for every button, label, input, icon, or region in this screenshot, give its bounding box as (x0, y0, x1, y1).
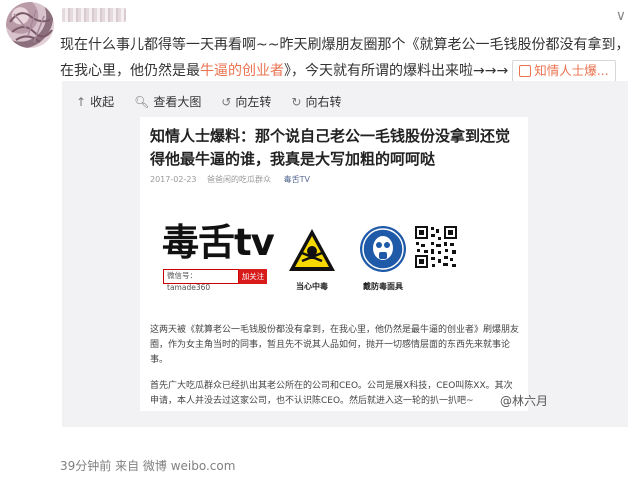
collapse-button[interactable]: ↑ 收起 (76, 93, 114, 110)
rotate-right-icon: ↻ (291, 94, 302, 109)
gas-mask-icon (360, 226, 406, 272)
warning-label: 当心中毒 (296, 282, 328, 291)
media-toolbar: ↑ 收起 🔍︎ 查看大图 ↺ 向左转 ↻ 向右转 (76, 93, 341, 110)
post-text-part: 》，今天就有所谓的爆料出来啦→→→ (284, 63, 509, 79)
article-meta: 2017-02-23 爸爸闲的吃瓜群众 毒舌TV (150, 174, 310, 185)
gas-mask-label: 戴防毒面具 (363, 282, 403, 291)
follow-badge: 加关注 (239, 269, 267, 284)
article-title: 知情人士爆料：那个说自己老公一毛钱股份没拿到还觉得他最牛逼的谁，我真是大写加粗的… (150, 127, 511, 168)
article-source: 毒舌TV (283, 175, 310, 184)
rotate-left-button[interactable]: ↺ 向左转 (221, 93, 271, 110)
article-icon (519, 65, 532, 77)
qr-code-icon (414, 225, 458, 269)
warning-sign-icon (289, 229, 335, 271)
dushe-tv-logo: 毒舌tv (162, 221, 275, 264)
chevron-down-icon[interactable]: ∨ (616, 8, 626, 24)
username-blurred[interactable] (62, 8, 126, 22)
article-paragraph: 这两天被《就算老公一毛钱股份都没有拿到，在我心里，他仍然是最牛逼的创业者》刷爆朋… (150, 325, 520, 365)
rotate-right-button[interactable]: ↻ 向右转 (291, 93, 341, 110)
view-large-button[interactable]: 🔍︎ 查看大图 (134, 93, 201, 110)
rotate-left-label: 向左转 (235, 95, 272, 109)
article-paragraph: 首先广大吃瓜群众已经扒出其老公所在的公司和CEO。公司是展X科技，CEO叫陈XX… (150, 381, 513, 406)
media-viewer: ↑ 收起 🔍︎ 查看大图 ↺ 向左转 ↻ 向右转 知情人士爆料：那个说自己老公一毛钱股份… (62, 81, 628, 427)
article-date: 2017-02-23 (150, 175, 197, 184)
logo-row: 毒舌tv 微信号：tamade360 加关注 当心中毒 戴防毒面具 (140, 223, 528, 303)
rotate-left-icon: ↺ (221, 94, 232, 109)
magnifier-icon: 🔍︎ (134, 94, 150, 109)
link-niubi[interactable]: 牛逼的 (200, 63, 242, 79)
post-text: 现在什么事儿都得等一天再看啊~~昨天刷爆朋友圈那个《就算老公一毛钱股份都没有拿到… (60, 32, 630, 84)
weibo-watermark: @林六月 (500, 394, 549, 408)
article-body: 这两天被《就算老公一毛钱股份都没有拿到，在我心里，他仍然是最牛逼的创业者》刷爆朋… (150, 323, 520, 411)
post-footer-meta: 39分钟前 来自 微博 weibo.com (60, 459, 236, 473)
collapse-label: 收起 (90, 95, 115, 109)
article-tag-label: 知情人士爆... (534, 63, 609, 78)
article-image[interactable]: 知情人士爆料：那个说自己老公一毛钱股份没拿到还觉得他最牛逼的谁，我真是大写加粗的… (140, 117, 528, 411)
rotate-right-label: 向右转 (305, 95, 342, 109)
arrow-up-icon: ↑ (76, 94, 87, 109)
wechat-id-box: 微信号：tamade360 (163, 269, 239, 292)
article-author: 爸爸闲的吃瓜群众 (207, 175, 272, 184)
article-tag-button[interactable]: 知情人士爆... (512, 60, 616, 82)
view-large-label: 查看大图 (153, 95, 202, 109)
link-entrepreneur[interactable]: 创业者 (242, 63, 284, 79)
avatar[interactable] (6, 2, 54, 48)
